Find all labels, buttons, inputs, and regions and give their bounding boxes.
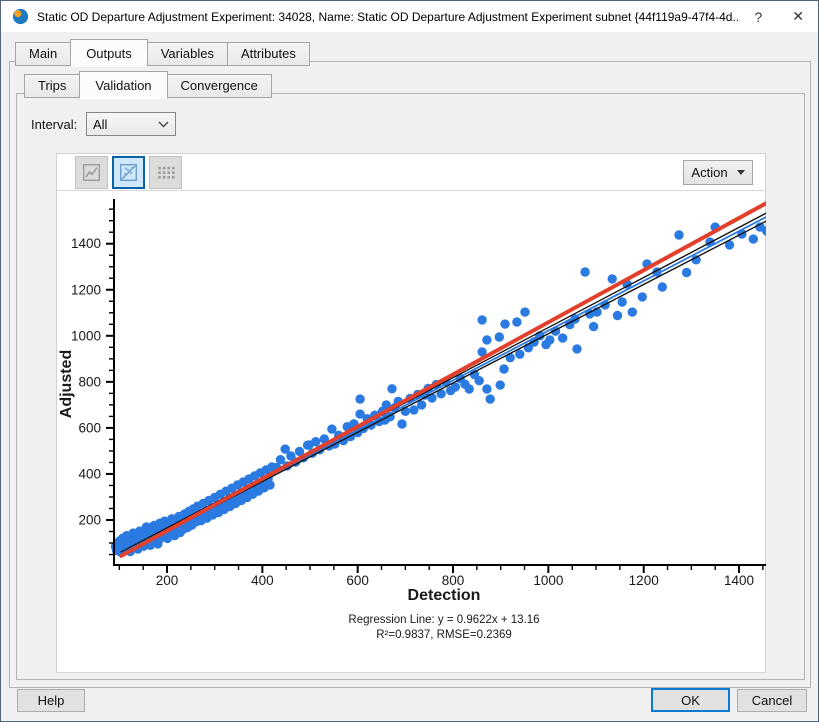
window-help-button[interactable]: ? (738, 1, 778, 32)
action-dropdown-button[interactable]: Action (683, 160, 753, 185)
validation-scatter-chart[interactable]: 200 400 600 800 1000 1200 1400 200 400 600 800 1000… (57, 197, 766, 674)
scatter-point (355, 394, 364, 403)
chart-type-table-button[interactable] (149, 156, 182, 189)
interval-label: Interval: (31, 117, 77, 132)
app-icon (12, 8, 29, 25)
chart-text: 1400 (724, 573, 754, 588)
scatter-point (465, 384, 474, 393)
scatter-point (482, 335, 491, 344)
scatter-point (613, 311, 622, 320)
cancel-button[interactable]: Cancel (737, 689, 807, 712)
scatter-point (674, 230, 683, 239)
scatter-plot-icon (118, 162, 139, 183)
ok-button[interactable]: OK (651, 688, 730, 712)
outputs-sub-tab-bar: Trips Validation Convergence (24, 71, 271, 98)
window-title: Static OD Departure Adjustment Experimen… (37, 10, 738, 24)
chevron-down-icon (158, 121, 169, 128)
chart-text: Regression Line: y = 0.9622x + 13.16 (348, 614, 539, 626)
scatter-point (580, 267, 589, 276)
chart-text: 200 (156, 573, 179, 588)
chart-type-scatter-button[interactable] (112, 156, 145, 189)
interval-combobox[interactable]: All (86, 112, 176, 136)
chart-text: 1000 (533, 573, 563, 588)
scatter-point (482, 384, 491, 393)
chart-type-line-button[interactable] (75, 156, 108, 189)
action-button-label: Action (691, 165, 727, 180)
scatter-point (495, 332, 504, 341)
scatter-point (558, 333, 567, 342)
chart-text: Detection (408, 587, 481, 604)
scatter-point (638, 292, 647, 301)
scatter-point (749, 234, 758, 243)
tab-outputs[interactable]: Outputs (70, 39, 148, 67)
tab-variables[interactable]: Variables (147, 42, 228, 66)
scatter-point (682, 268, 691, 277)
scatter-point (475, 376, 484, 385)
scatter-point (387, 384, 396, 393)
scatter-point (658, 282, 667, 291)
tab-trips[interactable]: Trips (24, 74, 80, 98)
scatter-point (608, 274, 617, 283)
chart-text: 600 (346, 573, 369, 588)
scatter-point (477, 315, 486, 324)
tab-main[interactable]: Main (15, 42, 71, 66)
chart-text: 800 (78, 374, 101, 389)
title-bar: Static OD Departure Adjustment Experimen… (1, 1, 818, 32)
scatter-point (486, 394, 495, 403)
scatter-point (496, 380, 505, 389)
chart-text: 400 (251, 573, 274, 588)
dialog-window: Static OD Departure Adjustment Experimen… (0, 0, 819, 722)
window-close-button[interactable]: ✕ (778, 1, 818, 32)
scatter-point (265, 480, 274, 489)
chart-text: 200 (78, 513, 101, 528)
chart-toolbar: Action (57, 154, 765, 191)
chart-text: 1200 (71, 282, 101, 297)
chart-text: 800 (442, 573, 465, 588)
validation-chart-panel: Action 200 400 600 800 1000 1200 1400 200 400 600… (56, 153, 766, 673)
scatter-point (499, 364, 508, 373)
scatter-point (500, 319, 509, 328)
tab-convergence[interactable]: Convergence (167, 74, 272, 98)
scatter-point (427, 393, 436, 402)
scatter-point (545, 335, 554, 344)
chart-text: 1000 (71, 328, 101, 343)
scatter-point (628, 307, 637, 316)
chart-text: 1400 (71, 236, 101, 251)
chart-text: Adjusted (58, 350, 75, 418)
chart-text: 400 (78, 466, 101, 481)
action-dropdown-caret-icon (737, 170, 745, 175)
scatter-point (589, 322, 598, 331)
scatter-point (397, 419, 406, 428)
chart-text: 1200 (629, 573, 659, 588)
chart-text: 600 (78, 420, 101, 435)
scatter-point (311, 437, 320, 446)
scatter-point (520, 307, 529, 316)
line-chart-icon (81, 162, 102, 183)
interval-selected-value: All (93, 117, 158, 132)
scatter-point (512, 317, 521, 326)
scatter-point (572, 344, 581, 353)
scatter-point (618, 297, 627, 306)
regression-line (121, 203, 766, 556)
table-grid-icon (155, 162, 176, 183)
chart-text: R²=0.9837, RMSE=0.2369 (376, 629, 512, 641)
tab-validation[interactable]: Validation (79, 71, 167, 99)
scatter-point (409, 405, 418, 414)
main-tab-bar: Main Outputs Variables Attributes (15, 39, 309, 66)
help-button[interactable]: Help (17, 689, 85, 712)
tab-attributes[interactable]: Attributes (227, 42, 310, 66)
